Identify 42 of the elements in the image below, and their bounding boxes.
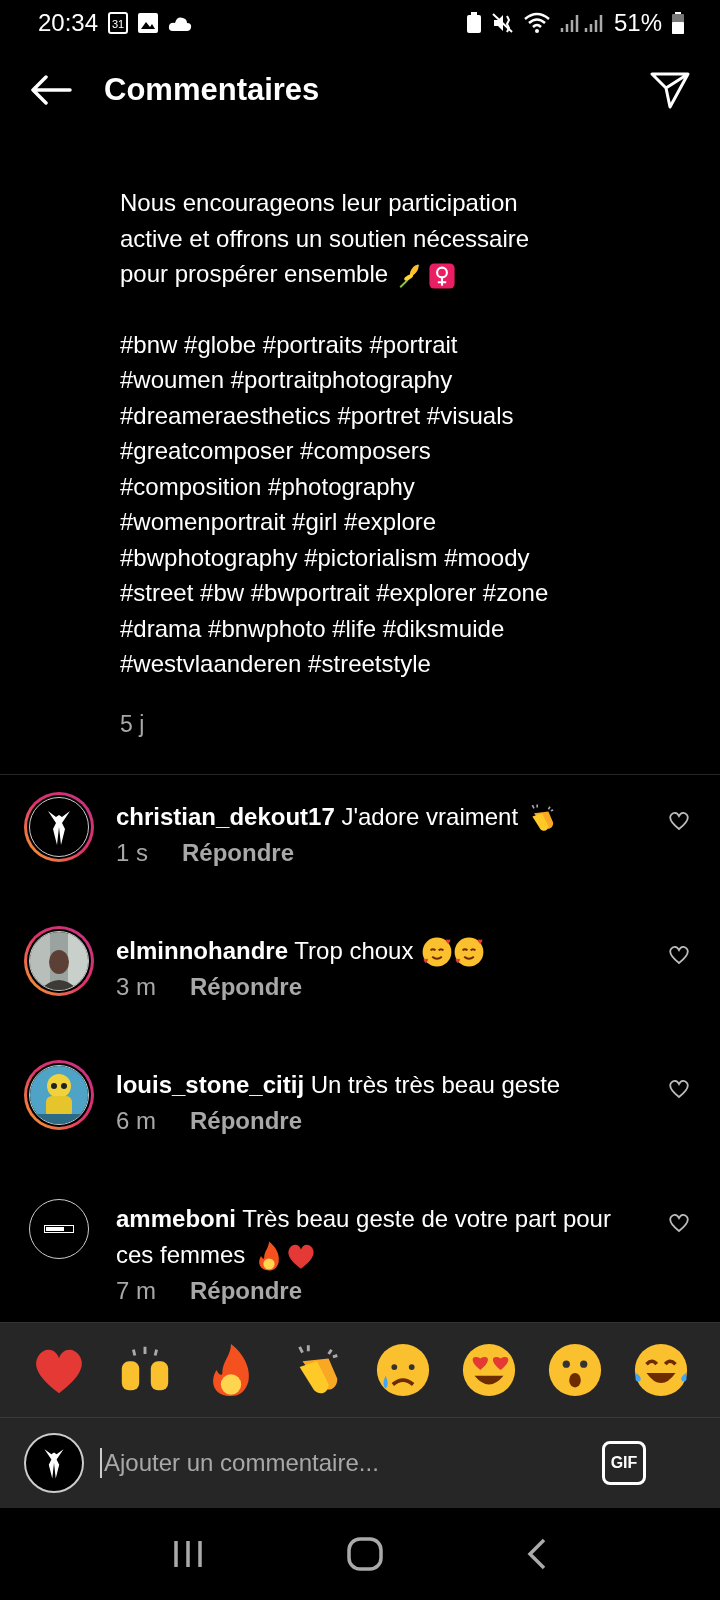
battery-saver-icon <box>465 11 482 34</box>
laughing-face-icon <box>632 1341 690 1399</box>
crying-face-icon <box>374 1341 432 1399</box>
home-icon <box>347 1537 383 1571</box>
reply-link[interactable]: Répondre <box>182 838 295 867</box>
comment-time: 3 m <box>116 972 156 1001</box>
smiling-face-with-hearts-icon <box>453 936 486 969</box>
heart-eyes-face-icon <box>460 1341 518 1399</box>
heart-outline-icon <box>668 1212 690 1233</box>
heart-outline-icon <box>668 1078 690 1099</box>
image-icon <box>138 12 159 33</box>
heart-outline-icon <box>668 810 690 831</box>
mute-icon <box>491 11 514 34</box>
gif-button[interactable]: GIF <box>602 1441 646 1485</box>
reply-link[interactable]: Répondre <box>190 972 303 1001</box>
comment-text: louis_stone_citij Un très très beau geste <box>116 1069 562 1100</box>
caption-text: #bnw #globe #portraits #portrait #woumen #portraitphotography #dreameraesthetics #portret #visuals #greatcomposer #composers #composition #photography #womenportrait #girl #explore #bwphotography #pictorialism #moody #street #bw #bwportrait #explorer #zone #drama #bnwphoto #life #diksmuide #westvlaanderen #streetstyle <box>120 329 550 679</box>
battery-icon <box>672 11 684 34</box>
comment-time: 1 s <box>116 838 148 867</box>
comment-time: 7 m <box>116 1276 156 1305</box>
comment-text: elminnohandre Trop choux <box>116 932 640 969</box>
loading-bar-icon <box>44 1224 74 1233</box>
battery-percent: 51% <box>613 8 662 37</box>
back-arrow-icon <box>30 75 72 105</box>
comment-text: christian_dekout17 J'adore vraiment <box>116 798 640 835</box>
heart-outline-icon <box>668 944 690 965</box>
wifi-icon <box>523 11 550 34</box>
reply-link[interactable]: Répondre <box>190 1276 303 1305</box>
status-time: 20:34 <box>38 8 99 37</box>
comment-input[interactable]: Ajouter un commentaire... <box>100 1448 586 1478</box>
recent-apps-icon <box>171 1539 204 1569</box>
smiling-face-with-hearts-icon <box>421 936 454 969</box>
comment-text: ammeboni Très beau geste de votre part pour ces femmes <box>116 1200 640 1273</box>
calendar-icon: 31 <box>108 11 129 34</box>
paper-plane-icon <box>650 71 690 109</box>
caption-text: Nous encourageons leur participation active et offrons un soutien nécessaire pour prospérer ensemble <box>120 185 700 292</box>
female-sign-icon <box>428 261 457 290</box>
reply-link[interactable]: Répondre <box>190 1106 303 1135</box>
page-title: Commentaires <box>104 72 321 108</box>
post-time: 5 j <box>120 710 146 738</box>
surprised-face-icon <box>546 1341 604 1399</box>
comment-time: 6 m <box>116 1106 156 1135</box>
